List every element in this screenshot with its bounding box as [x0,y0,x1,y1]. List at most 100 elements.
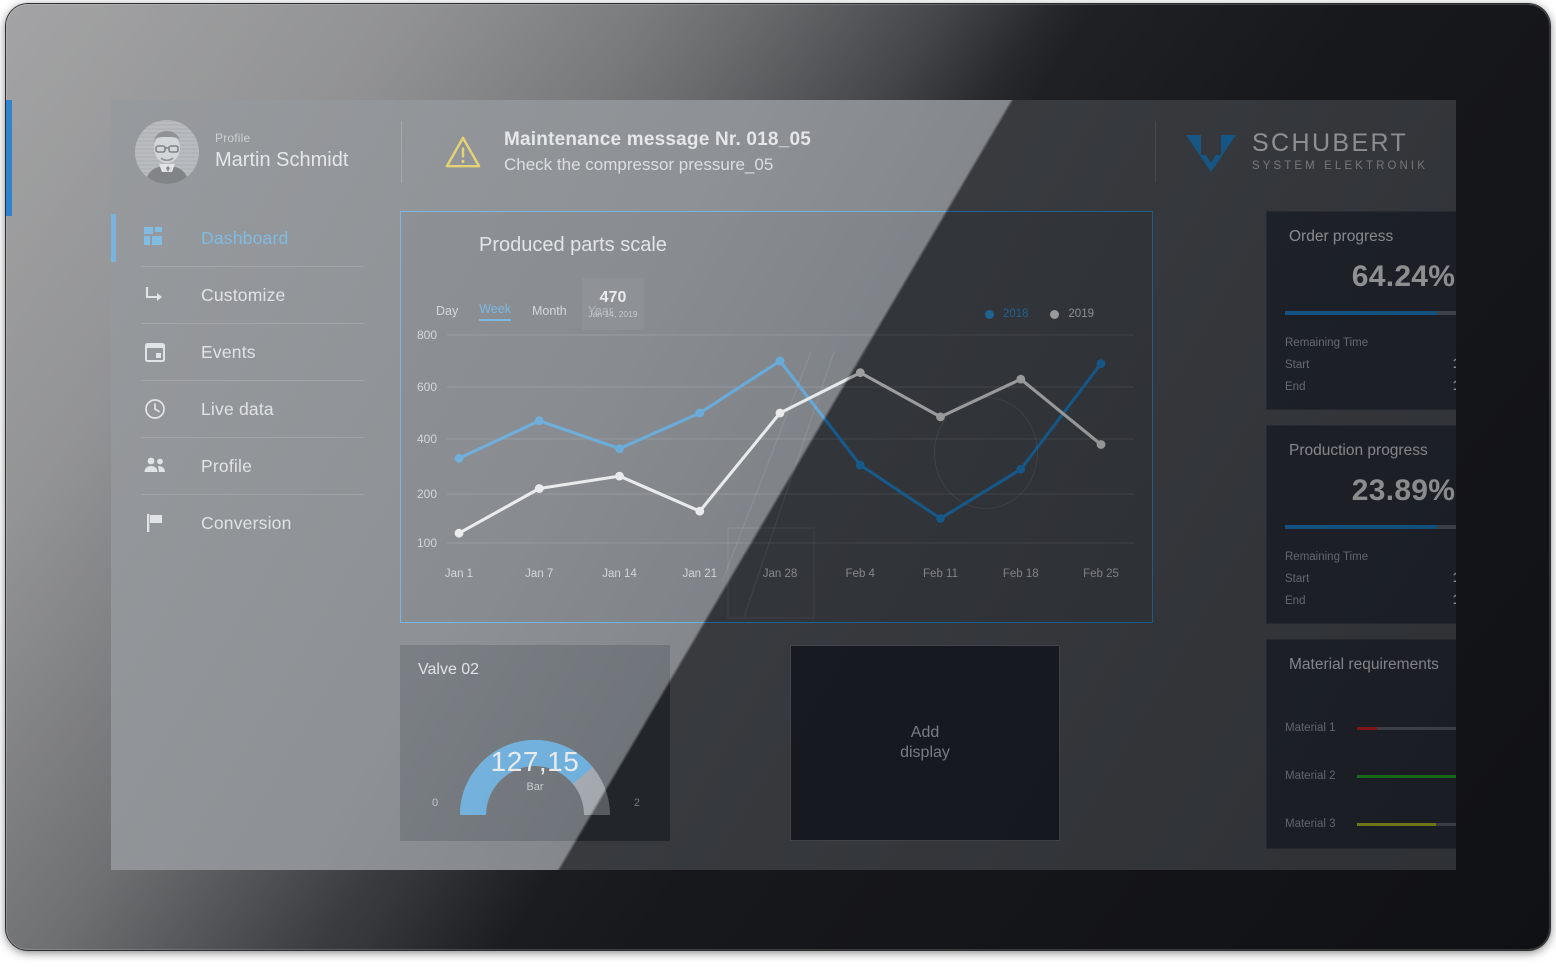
gauge-unit: Bar [526,781,544,793]
row-value: 14.11.2019 [1453,355,1456,371]
order-progress-bar [1285,311,1456,315]
card-title: Production progress [1289,442,1428,459]
tooltip-value: 470 [599,289,627,306]
brand-logo: SCHUBERT SYSTEM ELEKTRONIK [1156,129,1456,175]
screen: Profile Martin Schmidt Maintenance messa… [111,100,1456,870]
material-bar-track [1357,774,1456,778]
sidebar-item-live-data[interactable]: Live data [111,381,394,437]
row-key: End [1285,381,1306,393]
list-item: 85/100 Material 2 [1285,748,1456,782]
row-key: Remaining Time [1285,551,1369,563]
sidebar-item-label: Customize [201,284,286,305]
flag-icon [141,509,169,537]
sidebar-item-events[interactable]: Events [111,324,394,380]
user-avatar-photo [135,119,199,184]
top-bar: Profile Martin Schmidt Maintenance messa… [111,100,1456,203]
sidebar-item-profile[interactable]: Profile [111,438,394,494]
sidebar-item-customize[interactable]: Customize [111,267,394,323]
sidebar: Dashboard Customize Events Live data Pro… [111,203,394,870]
produced-parts-chart-card: Produced parts scale Day Week Month Year… [400,211,1153,623]
calendar-icon [141,338,169,366]
alert-subtitle: Check the compressor pressure_05 [504,154,774,174]
gauge-value: 127,15 [490,746,580,777]
y-axis-tick-label: 800 [417,328,438,342]
sidebar-item-label: Dashboard [201,227,289,248]
x-axis-tick-label: Jan 14 [602,568,637,580]
production-detail-rows: Remaining Time 03:22:54 Start 14.11.2019… [1285,547,1456,607]
dashboard-grid-icon [141,224,169,252]
profile-label: Profile [215,130,251,145]
y-axis-tick-label: 200 [417,487,438,501]
alert-text: Maintenance message Nr. 018_05 Check the… [504,129,811,175]
brand-tagline: SYSTEM ELEKTRONIK [1251,159,1429,172]
profile-block[interactable]: Profile Martin Schmidt [111,119,391,184]
material-name: Material 2 [1285,770,1336,782]
material-bar-line: Material 1 [1285,722,1456,734]
material-name: Material 3 [1285,818,1336,830]
material-bar-fill [1357,822,1437,826]
add-display-line-1: Add [910,724,940,742]
row-key: End [1285,595,1306,607]
gauge-max-label: 2 [633,797,640,809]
schubert-arrow-logo [1185,134,1236,172]
gauge-title: Valve 02 [418,661,480,678]
alert-title: Maintenance message Nr. 018_05 [504,128,812,150]
table-row: Start 14.11.2019 [1285,569,1456,585]
material-bar-line: Material 3 [1285,818,1456,830]
row-key: Start [1285,573,1310,585]
chart-plot-area [447,334,1134,544]
x-axis-tick-label: Feb 25 [1083,568,1119,580]
add-display-line-2: display [900,744,950,761]
y-axis-tick-label: 100 [417,536,438,550]
row-value: 15.11.2019 [1453,377,1456,393]
x-axis-tick-label: Feb 18 [1002,568,1039,580]
x-axis-tick-label: Jan 21 [682,568,718,580]
production-progress-bar [1285,525,1456,529]
x-axis-tick-label: Feb 11 [923,568,958,580]
avatar [135,119,199,184]
material-bar-track [1357,822,1456,826]
sidebar-item-label: Events [201,341,256,362]
brand-name: SCHUBERT [1251,128,1409,157]
maintenance-alert[interactable]: Maintenance message Nr. 018_05 Check the… [402,129,1155,175]
card-title: Order progress [1289,228,1394,245]
chart-title: Produced parts scale [479,234,667,256]
sidebar-item-label: Conversion [201,512,292,533]
gauge-min-label: 0 [432,797,439,809]
warning-triangle-icon [445,136,481,167]
right-panel-column: Order progress 64.24% Remaining Time 00:… [1266,211,1456,864]
device-frame: Profile Martin Schmidt Maintenance messa… [6,4,1550,950]
profile-text: Profile Martin Schmidt [215,131,348,173]
list-item: 12/150 Material 1 [1285,700,1456,734]
list-item: 37/80 Material 3 [1285,796,1456,830]
x-axis-tick-label: Jan 28 [762,568,798,580]
sidebar-item-conversion[interactable]: Conversion [111,495,394,551]
material-quantity: 12/150 [1285,700,1456,720]
main-content: Produced parts scale Day Week Month Year… [394,203,1456,870]
material-bar-line: Material 2 [1285,770,1456,782]
order-progress-bar-fill [1285,311,1438,315]
chart-x-axis: Jan 1 Jan 7 Jan 14 Jan 21 Jan 28 Feb 4 Feb 11 F… [401,568,1154,590]
tooltip-date: Jan 14, 2019 [588,309,638,319]
row-value: 14.11.2019 [1453,569,1456,585]
order-progress-percent: 64.24% [1351,260,1456,293]
people-icon [141,452,169,480]
material-quantity: 37/80 [1285,796,1456,816]
card-title: Material requirements [1289,656,1439,673]
table-row: End 15.11.2019 [1285,591,1456,607]
production-progress-card: Production progress 23.89% Remaining Tim… [1266,425,1456,624]
table-row: End 15.11.2019 [1285,377,1456,393]
sidebar-item-dashboard[interactable]: Dashboard [111,210,394,266]
brand-text: SCHUBERT SYSTEM ELEKTRONIK [1251,128,1429,173]
chart-tooltip: 470 Jan 14, 2019 [582,278,644,330]
material-bar-fill [1357,726,1377,730]
y-axis-tick-label: 600 [417,380,438,394]
table-row: Remaining Time 03:22:54 [1285,547,1456,563]
material-quantity: 85/100 [1285,748,1456,768]
add-display-card[interactable]: Add display [790,645,1060,841]
x-axis-tick-label: Feb 4 [845,568,875,580]
material-bar-track [1357,726,1456,730]
table-row: Remaining Time 00:18:47 [1285,333,1456,349]
row-key: Remaining Time [1285,337,1369,349]
valve-gauge-card: Valve 02 127,15 Bar 0 2 [400,645,670,841]
